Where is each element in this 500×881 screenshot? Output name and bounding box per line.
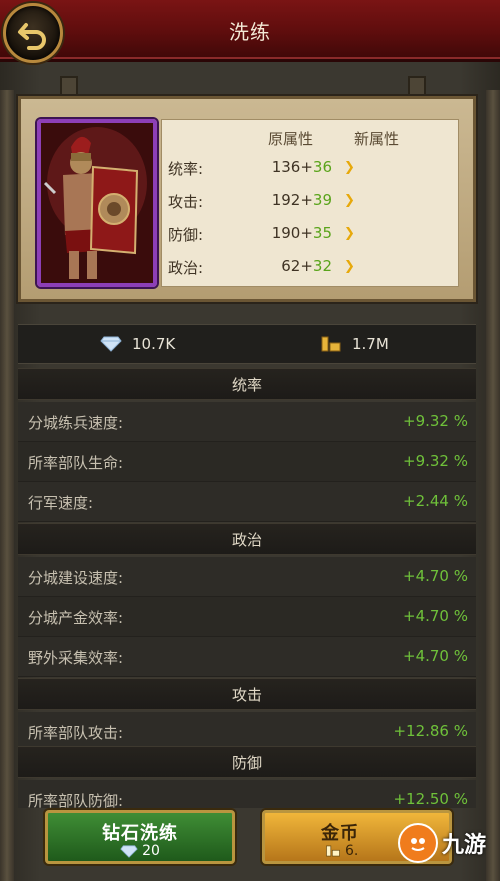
diamond-balance: 10.7K <box>100 335 175 353</box>
section-header-command: 统率 <box>18 368 476 400</box>
list-item: 野外采集效率: +4.70 % <box>18 637 476 677</box>
section-header-attack: 攻击 <box>18 678 476 710</box>
section-header-defense: 防御 <box>18 746 476 778</box>
section-header-politics: 政治 <box>18 523 476 555</box>
list-item: 分城练兵速度: +9.32 % <box>18 402 476 442</box>
gold-coins-icon <box>321 336 341 352</box>
attribute-value: +9.32 % <box>403 452 468 470</box>
diamond-refine-cost: 20 <box>48 843 232 859</box>
gold-amount: 1.7M <box>352 335 389 353</box>
stat-row-attack: 攻击: 192+39 ❯ <box>162 185 458 218</box>
stat-name: 统率: <box>168 160 204 178</box>
stat-row-politics: 政治: 62+32 ❯ <box>162 251 458 284</box>
diamond-refine-button[interactable]: 钻石洗练 20 <box>45 810 235 864</box>
attribute-value: +12.86 % <box>393 722 468 740</box>
diamond-amount: 10.7K <box>132 335 176 353</box>
attribute-value: +4.70 % <box>403 647 468 665</box>
diamond-icon <box>100 336 122 352</box>
attribute-value: +2.44 % <box>403 492 468 510</box>
new-stats-header: 新属性 <box>354 130 400 148</box>
stat-name: 政治: <box>168 259 204 277</box>
arrow-right-icon: ❯ <box>344 226 355 241</box>
gold-coins-icon <box>326 845 340 857</box>
back-arrow-icon <box>18 23 46 50</box>
list-item: 所率部队生命: +9.32 % <box>18 442 476 482</box>
attribute-value: +4.70 % <box>403 567 468 585</box>
stat-value: 136+36 <box>271 158 332 176</box>
attribute-label: 所率部队防御: <box>28 792 124 808</box>
original-stats-header: 原属性 <box>268 130 314 148</box>
attribute-label: 分城建设速度: <box>28 569 124 587</box>
stat-value: 190+35 <box>271 224 332 242</box>
attribute-value: +12.50 % <box>393 790 468 808</box>
list-item: 行军速度: +2.44 % <box>18 482 476 522</box>
resource-bar: 10.7K 1.7M <box>18 324 476 364</box>
attribute-bonus-list[interactable]: 统率 分城练兵速度: +9.32 % 所率部队生命: +9.32 % 行军速度:… <box>18 368 476 808</box>
title-bar: 洗练 <box>0 0 500 62</box>
watermark-logo-icon <box>398 823 438 863</box>
stat-row-command: 统率: 136+36 ❯ <box>162 152 458 185</box>
attribute-label: 所率部队攻击: <box>28 724 124 742</box>
gold-balance: 1.7M <box>320 335 389 353</box>
attribute-label: 行军速度: <box>28 494 94 512</box>
stat-row-defense: 防御: 190+35 ❯ <box>162 218 458 251</box>
arrow-right-icon: ❯ <box>344 193 355 208</box>
list-item: 所率部队防御: +12.50 % <box>18 780 476 808</box>
diamond-icon <box>120 844 138 858</box>
right-rail <box>486 90 500 881</box>
stat-value: 62+32 <box>281 257 332 275</box>
attribute-label: 分城产金效率: <box>28 609 124 627</box>
attribute-label: 野外采集效率: <box>28 649 124 667</box>
stat-name: 攻击: <box>168 193 204 211</box>
arrow-right-icon: ❯ <box>344 259 355 274</box>
gladiator-portrait-icon <box>41 123 153 283</box>
stat-name: 防御: <box>168 226 204 244</box>
stat-value: 192+39 <box>271 191 332 209</box>
attribute-label: 分城练兵速度: <box>28 414 124 432</box>
attribute-value: +4.70 % <box>403 607 468 625</box>
watermark-text: 九游 <box>442 833 487 858</box>
diamond-refine-label: 钻石洗练 <box>102 823 178 844</box>
attribute-value: +9.32 % <box>403 412 468 430</box>
list-item: 分城建设速度: +4.70 % <box>18 557 476 597</box>
page-title: 洗练 <box>229 20 271 44</box>
list-item: 分城产金效率: +4.70 % <box>18 597 476 637</box>
left-rail <box>0 90 14 881</box>
attribute-label: 所率部队生命: <box>28 454 124 472</box>
stats-table: 原属性 新属性 统率: 136+36 ❯ 攻击: 192+39 ❯ 防御: 19… <box>161 119 459 287</box>
hero-portrait-card[interactable] <box>37 119 157 287</box>
hero-panel: 原属性 新属性 统率: 136+36 ❯ 攻击: 192+39 ❯ 防御: 19… <box>18 96 476 302</box>
site-watermark: 九游 <box>398 818 500 868</box>
arrow-right-icon: ❯ <box>344 160 355 175</box>
back-button[interactable] <box>3 3 63 63</box>
